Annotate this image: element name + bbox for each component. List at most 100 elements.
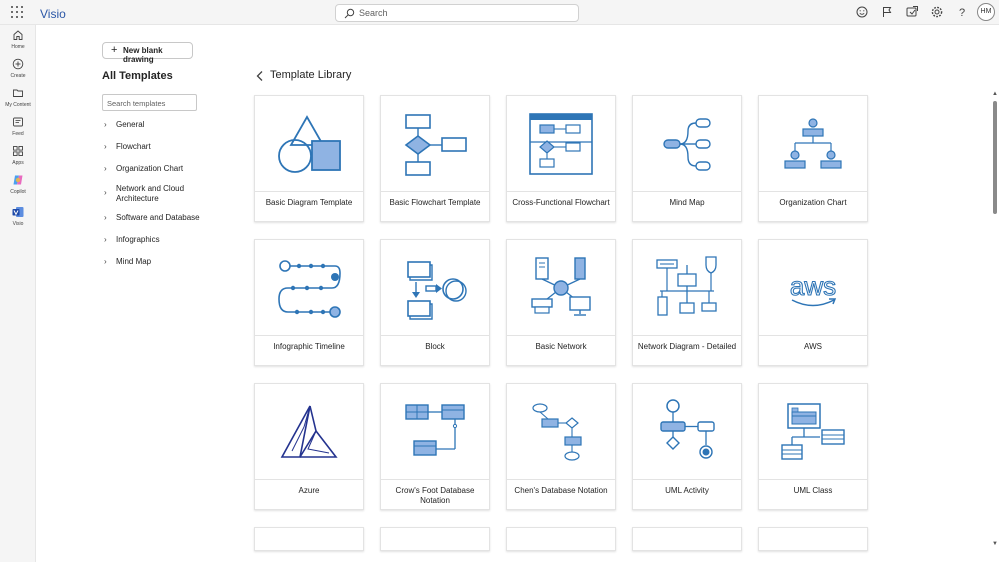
chevron-right-icon: › (104, 142, 107, 151)
template-search-input[interactable] (103, 96, 195, 111)
rail-label: Visio (12, 221, 24, 227)
template-card-azure[interactable]: Azure (254, 383, 364, 510)
chevron-right-icon: › (104, 257, 107, 266)
scroll-up-arrow-icon[interactable]: ▲ (992, 91, 998, 97)
template-card-basic-diagram[interactable]: Basic Diagram Template (254, 95, 364, 222)
settings-gear-icon[interactable] (930, 5, 944, 19)
copilot-icon (13, 175, 23, 185)
template-card-partial[interactable] (380, 527, 490, 551)
avatar[interactable]: HM (977, 3, 995, 21)
template-name: Crow's Foot Database Notation (395, 486, 475, 505)
template-card-network-diagram-detailed[interactable]: Network Diagram - Detailed (632, 239, 742, 366)
azure-logo-icon (280, 405, 338, 458)
flag-icon[interactable] (880, 5, 894, 19)
top-bar: Visio ? HM (0, 0, 999, 25)
template-thumbnail (255, 240, 363, 336)
chevron-right-icon: › (104, 120, 107, 129)
template-name: UML Class (793, 486, 833, 495)
uml-class-icon (781, 403, 845, 460)
template-card-organization-chart[interactable]: Organization Chart (758, 95, 868, 222)
template-name: AWS (804, 342, 822, 351)
rail-item-create[interactable]: Create (0, 58, 36, 82)
rail-label: Feed (12, 131, 24, 137)
detailed-network-icon (656, 256, 717, 316)
template-card-uml-class[interactable]: UML Class (758, 383, 868, 510)
rail-label: Apps (12, 160, 24, 166)
help-icon[interactable]: ? (955, 5, 969, 19)
scrollbar[interactable]: ▲ ▼ (991, 91, 999, 548)
template-name: Infographic Timeline (273, 342, 345, 351)
template-thumbnail (507, 384, 615, 480)
template-thumbnail (633, 240, 741, 336)
scroll-down-arrow-icon[interactable]: ▼ (992, 541, 998, 547)
app-launcher-icon[interactable] (11, 6, 24, 19)
template-thumbnail (507, 96, 615, 192)
template-name: Network Diagram - Detailed (637, 342, 737, 351)
rail-item-feed[interactable]: Feed (0, 116, 36, 140)
network-icon (531, 257, 591, 316)
template-thumbnail (633, 96, 741, 192)
home-icon (13, 30, 23, 40)
rail-label: Create (10, 73, 26, 79)
rail-item-my-content[interactable]: My Content (0, 87, 36, 111)
template-card-basic-flowchart[interactable]: Basic Flowchart Template (380, 95, 490, 222)
template-thumbnail (381, 96, 489, 192)
template-card-partial[interactable] (758, 527, 868, 551)
mind-map-icon (663, 118, 711, 171)
svg-text:aws: aws (790, 271, 836, 301)
smiley-feedback-icon[interactable] (855, 5, 869, 19)
back-arrow-icon[interactable] (254, 69, 266, 83)
flowchart-icon (404, 114, 467, 176)
template-name: Block (425, 342, 445, 351)
template-card-mind-map[interactable]: Mind Map (632, 95, 742, 222)
template-card-partial[interactable] (506, 527, 616, 551)
rail-label: Copilot (10, 189, 26, 195)
new-blank-drawing-label: New blank drawing (123, 46, 163, 64)
chens-notation-icon (532, 403, 582, 461)
template-card-partial[interactable] (632, 527, 742, 551)
library-title: Template Library (270, 69, 352, 81)
template-card-aws[interactable]: aws AWS (758, 239, 868, 366)
category-label: General (116, 120, 145, 129)
template-card-uml-activity[interactable]: UML Activity (632, 383, 742, 510)
swimlane-icon (529, 113, 593, 175)
new-blank-drawing-button[interactable]: + New blank drawing (102, 42, 193, 64)
apps-icon (13, 146, 23, 156)
template-search-box[interactable] (102, 94, 197, 111)
block-diagram-icon (407, 261, 467, 320)
left-rail: Home Create My Content Feed Apps Copilot… (0, 25, 36, 562)
rail-item-copilot[interactable]: Copilot (0, 174, 36, 198)
app-name[interactable]: Visio (40, 7, 66, 21)
template-name: Basic Network (535, 342, 587, 351)
whats-new-icon[interactable] (905, 5, 919, 19)
folder-icon (13, 89, 23, 97)
template-card-crows-foot[interactable]: Crow's Foot Database Notation (380, 383, 490, 510)
rail-item-home[interactable]: Home (0, 29, 36, 53)
chevron-right-icon: › (104, 235, 107, 244)
template-card-chens-notation[interactable]: Chen's Database Notation (506, 383, 616, 510)
category-label: Software and Database (116, 213, 200, 222)
timeline-icon (278, 260, 341, 318)
template-thumbnail (381, 240, 489, 336)
template-card-partial[interactable] (254, 527, 364, 551)
plus-icon: + (111, 44, 118, 56)
template-card-basic-network[interactable]: Basic Network (506, 239, 616, 366)
search-box[interactable] (335, 4, 579, 22)
template-card-cross-functional-flowchart[interactable]: Cross-Functional Flowchart (506, 95, 616, 222)
svg-text:?: ? (959, 7, 965, 19)
scrollbar-thumb[interactable] (993, 101, 997, 214)
category-label: Flowchart (116, 142, 151, 151)
chevron-right-icon: › (104, 164, 107, 173)
search-input[interactable] (359, 6, 569, 20)
basic-shapes-icon (278, 115, 341, 173)
rail-item-visio[interactable]: Visio (0, 206, 36, 230)
category-label: Organization Chart (116, 164, 184, 173)
rail-item-apps[interactable]: Apps (0, 145, 36, 169)
template-card-block[interactable]: Block (380, 239, 490, 366)
template-name: Azure (298, 486, 320, 495)
template-card-infographic-timeline[interactable]: Infographic Timeline (254, 239, 364, 366)
template-name: Chen's Database Notation (514, 486, 608, 495)
template-name: UML Activity (665, 486, 709, 495)
template-thumbnail (507, 240, 615, 336)
search-icon (344, 8, 355, 19)
